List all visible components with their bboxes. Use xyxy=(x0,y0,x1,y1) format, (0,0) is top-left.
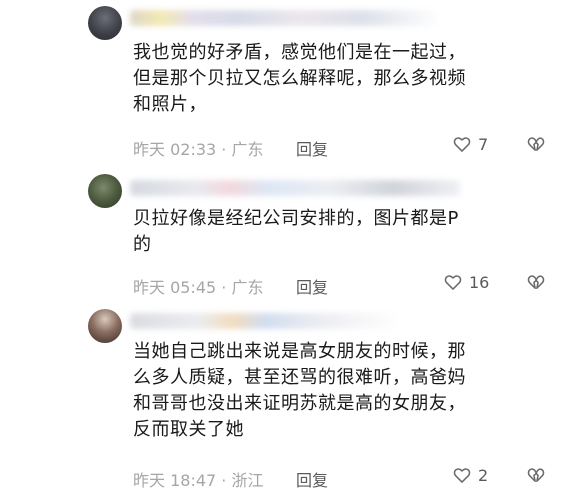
reply-button[interactable]: 回复 xyxy=(296,467,328,491)
dislike-button[interactable] xyxy=(526,272,546,296)
comment-text: 我也觉的好矛盾，感觉他们是在一起过， 但是那个贝拉又怎么解释呢，那么多视频 和照… xyxy=(133,42,466,115)
username-blurred[interactable] xyxy=(130,10,440,26)
like-button[interactable]: 2 xyxy=(452,465,488,485)
comment-text: 贝拉好像是经纪公司安排的，图片都是P 的 xyxy=(133,208,459,255)
comment-item: 我也觉的好矛盾，感觉他们是在一起过， 但是那个贝拉又怎么解释呢，那么多视频 和照… xyxy=(0,0,571,165)
avatar[interactable] xyxy=(88,174,122,208)
comment-item: 贝拉好像是经纪公司安排的，图片都是P 的 昨天 05:45 · 广东 回复 16 xyxy=(0,168,571,300)
heart-outline-icon xyxy=(453,137,471,152)
comment-time-location: 昨天 02:33 · 广东 xyxy=(133,140,264,159)
reply-button[interactable]: 回复 xyxy=(296,274,328,298)
comment-text: 当她自己跳出来说是高女朋友的时候，那 么多人质疑，甚至还骂的很难听，高爸妈 和哥… xyxy=(133,341,466,440)
like-button[interactable]: 16 xyxy=(443,272,489,292)
like-count: 2 xyxy=(478,465,489,485)
reply-button[interactable]: 回复 xyxy=(296,136,328,160)
broken-heart-icon xyxy=(527,468,545,482)
comment-time-location: 昨天 05:45 · 广东 xyxy=(133,278,264,297)
comment-item: 当她自己跳出来说是高女朋友的时候，那 么多人质疑，甚至还骂的很难听，高爸妈 和哥… xyxy=(0,305,571,500)
avatar[interactable] xyxy=(88,309,122,343)
broken-heart-icon xyxy=(527,137,545,151)
like-count: 16 xyxy=(469,272,490,292)
like-button[interactable]: 7 xyxy=(452,134,488,154)
comment-time-location: 昨天 18:47 · 浙江 xyxy=(133,471,264,490)
avatar[interactable] xyxy=(88,6,122,40)
username-blurred[interactable] xyxy=(130,180,460,196)
like-count: 7 xyxy=(478,134,489,154)
dislike-button[interactable] xyxy=(526,465,546,489)
dislike-button[interactable] xyxy=(526,134,546,158)
username-blurred[interactable] xyxy=(130,313,400,329)
heart-outline-icon xyxy=(453,468,471,483)
broken-heart-icon xyxy=(527,275,545,289)
heart-outline-icon xyxy=(444,275,462,290)
